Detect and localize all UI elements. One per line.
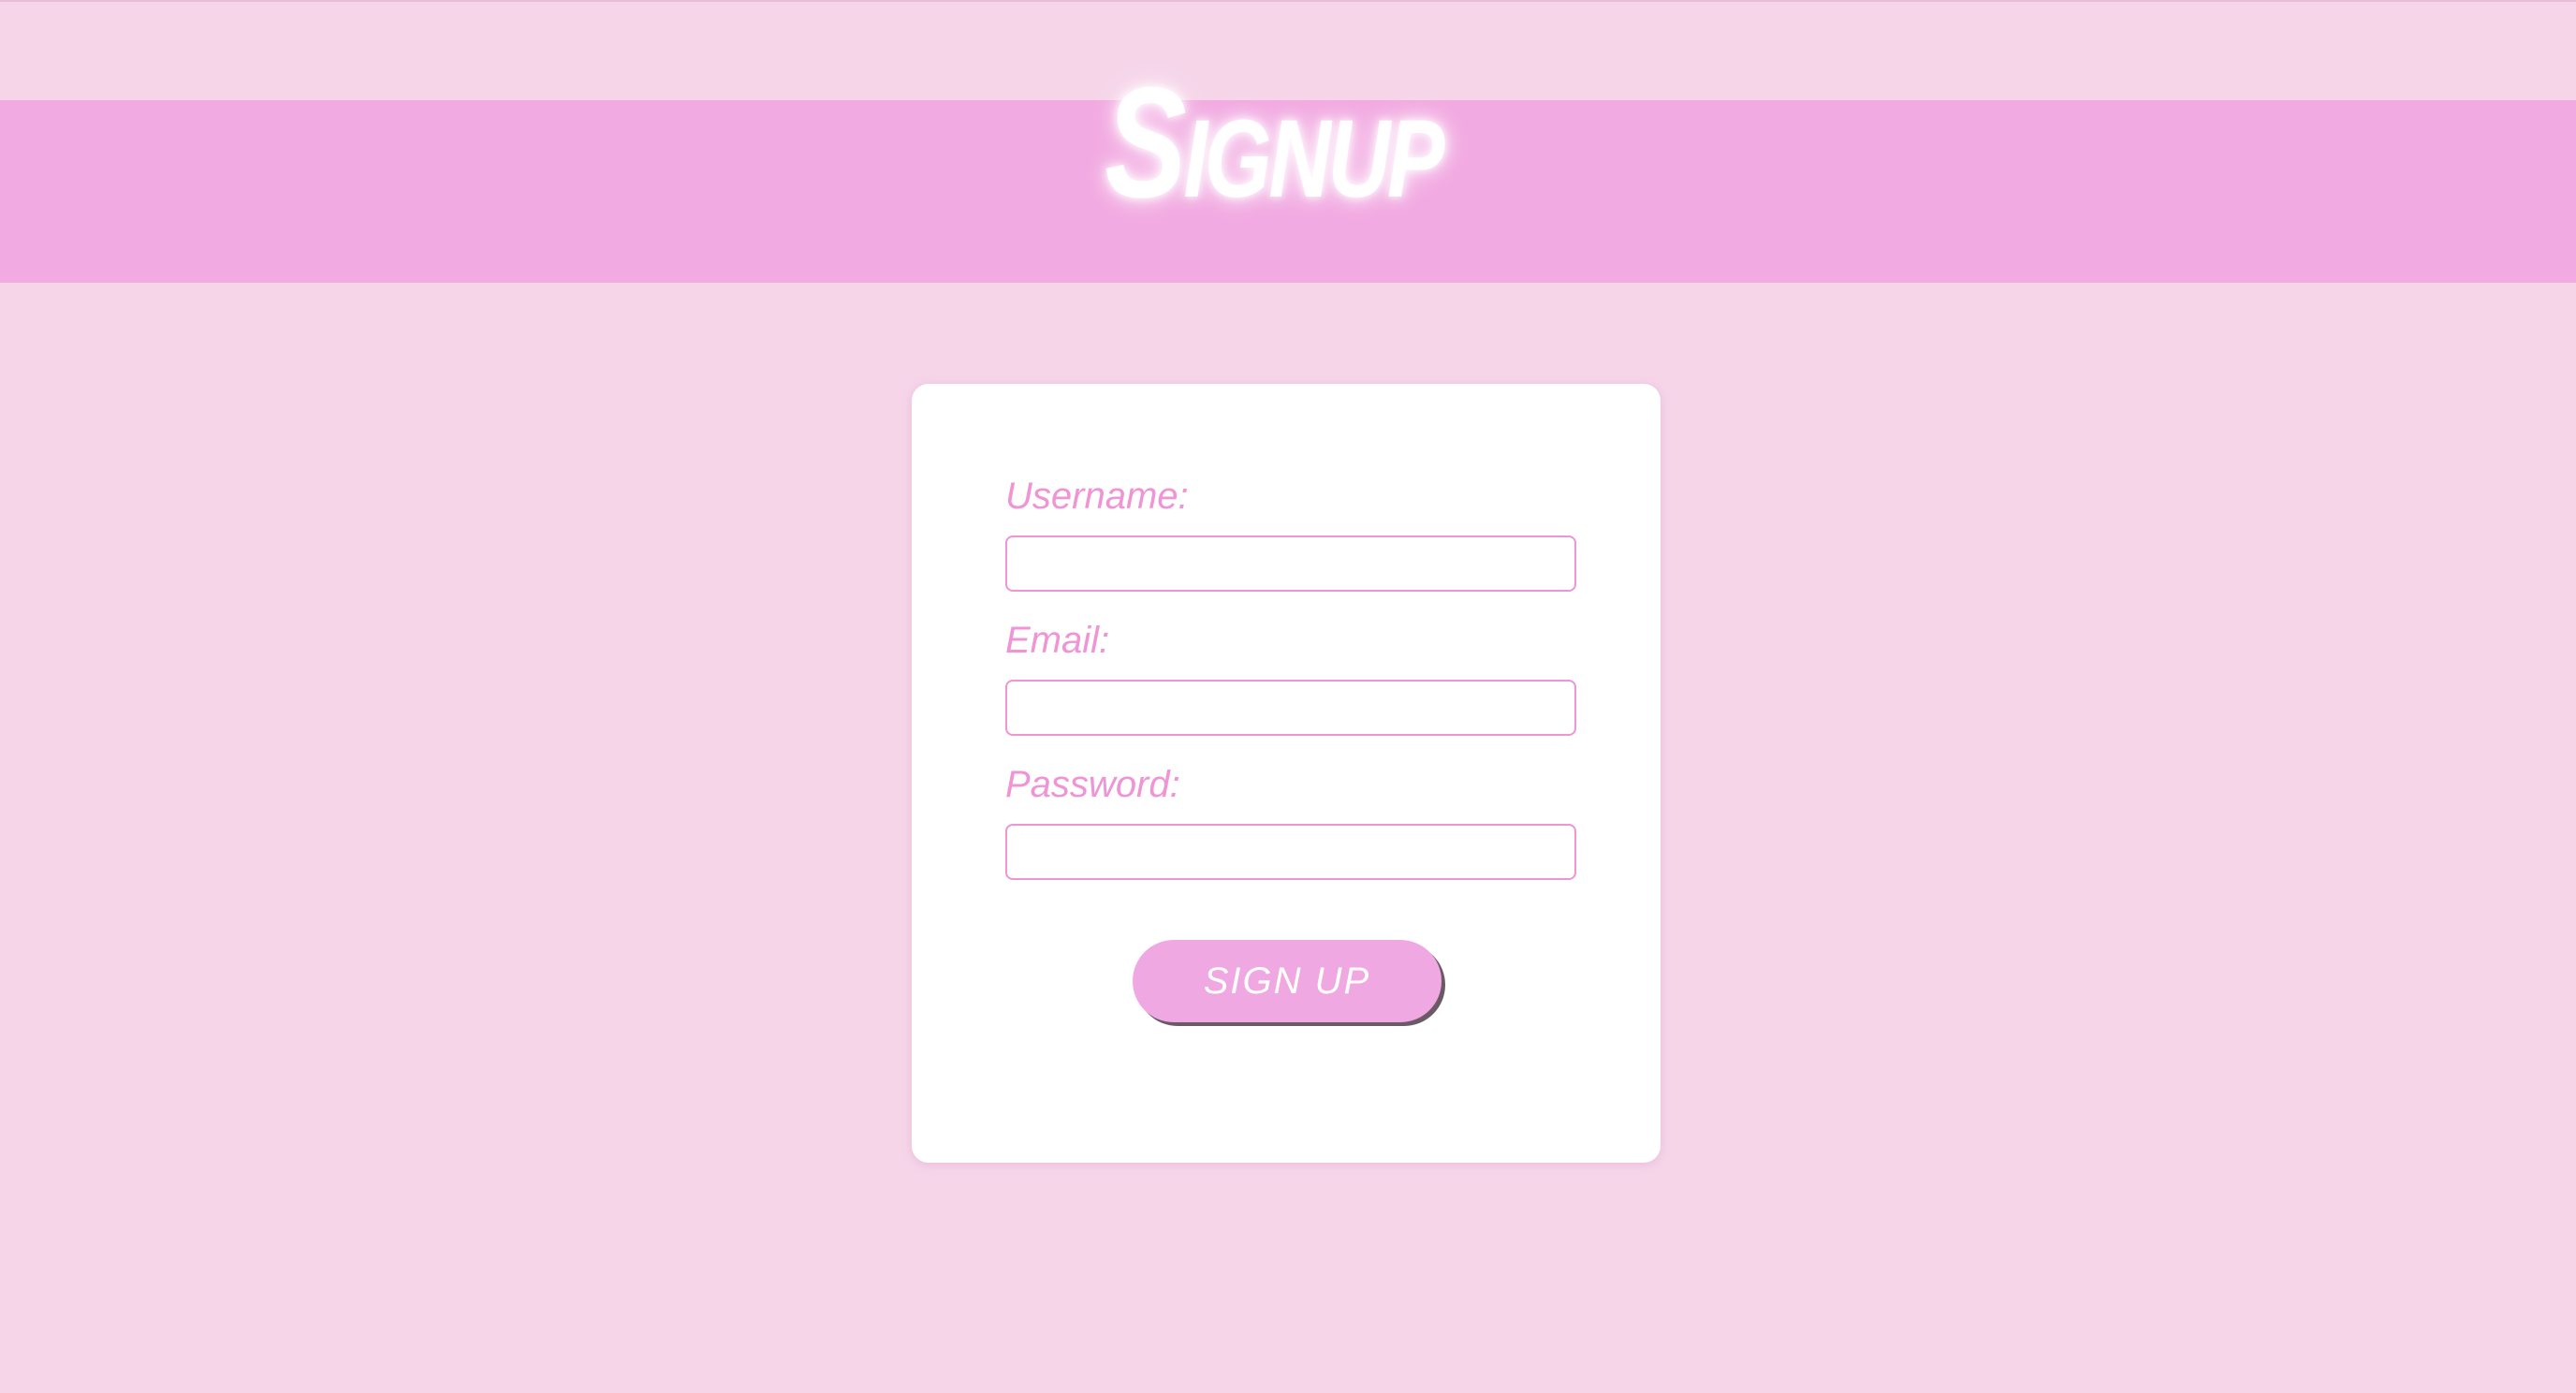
top-edge-line — [0, 0, 2576, 2]
signup-button[interactable]: SIGN UP — [1133, 940, 1442, 1022]
email-label: Email: — [1005, 620, 1110, 661]
username-input[interactable] — [1005, 535, 1576, 592]
password-label: Password: — [1005, 764, 1180, 805]
username-label: Username: — [1005, 476, 1189, 517]
signup-form-card: Username: Email: Password: SIGN UP — [912, 384, 1661, 1163]
header-banner: Signup — [0, 64, 2576, 283]
password-input[interactable] — [1005, 824, 1576, 880]
email-input[interactable] — [1005, 680, 1576, 736]
page-title: Signup — [1105, 54, 1444, 231]
